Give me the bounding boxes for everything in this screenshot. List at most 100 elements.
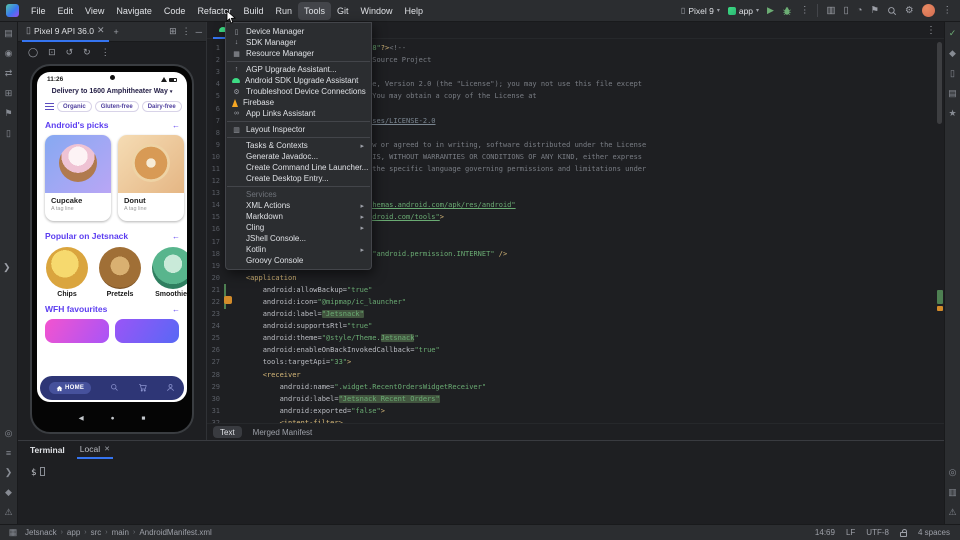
arrow-icon[interactable]: ← — [172, 121, 180, 130]
device-tab[interactable]: ▯ Pixel 9 API 36.0 ✕ — [22, 22, 109, 42]
breadcrumb-src[interactable]: src — [91, 528, 102, 537]
filter-chip-gluten-free[interactable]: Gluten-free — [95, 101, 139, 112]
menu-item-jshell-console[interactable]: JShell Console... — [226, 233, 371, 244]
line-number[interactable]: 30 — [207, 395, 223, 403]
menu-code[interactable]: Code — [158, 2, 192, 20]
more-options-icon[interactable]: ⋮ — [943, 5, 953, 16]
wfh-card[interactable] — [115, 319, 179, 343]
line-number[interactable]: 6 — [207, 105, 223, 113]
terminal-panel[interactable]: Terminal Local ✕ $ — [18, 440, 944, 524]
menu-navigate[interactable]: Navigate — [110, 2, 158, 20]
line-number[interactable]: 29 — [207, 383, 223, 391]
filter-chip-dairy-free[interactable]: Dairy-free — [142, 101, 182, 112]
menu-git[interactable]: Git — [331, 2, 355, 20]
layout-inspector-icon[interactable]: ▥ — [826, 5, 835, 16]
user-avatar[interactable] — [922, 4, 935, 17]
workspace-icon[interactable]: ▦ — [5, 527, 21, 538]
encoding[interactable]: UTF-8 — [866, 528, 889, 537]
line-number[interactable]: 26 — [207, 346, 223, 354]
tab-merged-manifest[interactable]: Merged Manifest — [246, 426, 320, 438]
panel-options-icon[interactable]: ⋮ — [182, 26, 191, 37]
add-device-tab-icon[interactable]: + — [114, 27, 119, 37]
recents-button[interactable]: ■ — [142, 415, 146, 422]
menu-item-troubleshoot-device-connections[interactable]: ⚙Troubleshoot Device Connections — [226, 86, 371, 97]
breadcrumb-androidmanifest-xml[interactable]: AndroidManifest.xml — [139, 528, 211, 537]
menu-item-cling[interactable]: Cling▸ — [226, 222, 371, 233]
indent-setting[interactable]: 4 spaces — [918, 528, 950, 537]
run-config-selector[interactable]: app ▾ — [728, 6, 759, 16]
nav-profile-icon[interactable] — [166, 379, 175, 397]
running-devices-icon[interactable]: ▯ — [945, 68, 960, 79]
line-number[interactable]: 25 — [207, 334, 223, 342]
nav-cart-icon[interactable] — [138, 379, 147, 397]
menu-item-resource-manager[interactable]: ▦Resource Manager — [226, 48, 371, 59]
launcher-icon-gutter-badge[interactable] — [224, 296, 232, 304]
menu-item-agp-upgrade-assistant[interactable]: ↑AGP Upgrade Assistant... — [226, 64, 371, 75]
menu-item-groovy-console[interactable]: Groovy Console — [226, 255, 371, 266]
menu-run[interactable]: Run — [269, 2, 298, 20]
ai-assistant-icon[interactable]: ★ — [945, 108, 960, 119]
line-number[interactable]: 15 — [207, 213, 223, 221]
screenshot-icon[interactable]: ⊡ — [48, 47, 56, 58]
home-button[interactable]: ● — [111, 415, 115, 422]
popular-item-pretzels[interactable]: Pretzels — [99, 247, 141, 298]
close-icon[interactable]: ✕ — [97, 25, 105, 36]
popular-item-chips[interactable]: Chips — [46, 247, 88, 298]
device-explorer-icon[interactable]: ▤ — [945, 88, 960, 99]
line-number[interactable]: 31 — [207, 407, 223, 415]
line-number[interactable]: 2 — [207, 56, 223, 64]
line-number[interactable]: 28 — [207, 371, 223, 379]
snack-card-cupcake[interactable]: CupcakeA tag line — [45, 135, 111, 221]
line-number[interactable]: 24 — [207, 322, 223, 330]
snack-card-donut[interactable]: DonutA tag line — [118, 135, 184, 221]
rotate-left-icon[interactable]: ↺ — [66, 47, 74, 58]
line-number[interactable]: 3 — [207, 68, 223, 76]
line-number[interactable]: 19 — [207, 262, 223, 270]
problems-view-icon[interactable]: ⚠ — [945, 507, 960, 518]
menu-help[interactable]: Help — [399, 2, 430, 20]
line-number[interactable]: 4 — [207, 80, 223, 88]
caret-position[interactable]: 14:69 — [815, 528, 835, 537]
line-number[interactable]: 17 — [207, 238, 223, 246]
terminal-icon[interactable]: ❯ — [1, 467, 17, 478]
line-number[interactable]: 14 — [207, 201, 223, 209]
app-quality-insights-icon[interactable]: ◎ — [1, 428, 17, 439]
line-number[interactable]: 10 — [207, 153, 223, 161]
line-number[interactable]: 5 — [207, 92, 223, 100]
menu-item-layout-inspector[interactable]: ▥Layout Inspector — [226, 124, 371, 135]
filter-chip-organic[interactable]: Organic — [57, 101, 92, 112]
back-button[interactable]: ◀ — [79, 414, 84, 422]
line-number[interactable]: 9 — [207, 141, 223, 149]
menu-item-create-desktop-entry[interactable]: Create Desktop Entry... — [226, 173, 371, 184]
more-run-options-icon[interactable]: ⋮ — [800, 5, 810, 16]
terminal-tab-local[interactable]: Local ✕ — [77, 441, 113, 459]
commit-icon[interactable]: ◉ — [1, 48, 17, 59]
line-number[interactable]: 20 — [207, 274, 223, 282]
lock-icon[interactable] — [900, 532, 907, 537]
wfh-card[interactable] — [45, 319, 109, 343]
notifications-icon[interactable]: ⚑ — [870, 5, 879, 16]
menu-item-generate-javadoc[interactable]: Generate Javadoc... — [226, 151, 371, 162]
menu-window[interactable]: Window — [355, 2, 399, 20]
line-number[interactable]: 12 — [207, 177, 223, 185]
profiler-icon[interactable]: ◔ — [857, 5, 863, 16]
menu-item-xml-actions[interactable]: XML Actions▸ — [226, 200, 371, 211]
menu-item-device-manager[interactable]: ▯Device Manager — [226, 26, 371, 37]
menu-item-sdk-manager[interactable]: ↓SDK Manager — [226, 37, 371, 48]
menu-item-tasks-contexts[interactable]: Tasks & Contexts▸ — [226, 140, 371, 151]
line-number[interactable]: 11 — [207, 165, 223, 173]
breadcrumb-main[interactable]: main — [112, 528, 129, 537]
line-number[interactable]: 22 — [207, 298, 223, 306]
popular-item-smoothies[interactable]: Smoothies — [152, 247, 187, 298]
line-number[interactable]: 18 — [207, 250, 223, 258]
settings-gear-icon[interactable]: ⚙ — [905, 5, 914, 16]
arrow-icon[interactable]: ← — [172, 305, 180, 314]
line-number[interactable]: 16 — [207, 225, 223, 233]
nav-home[interactable]: HOME — [49, 382, 91, 394]
expand-stripe-icon[interactable]: ❯ — [3, 262, 11, 273]
version-control-icon[interactable]: ◆ — [1, 487, 17, 498]
line-number[interactable]: 21 — [207, 286, 223, 294]
gradle-icon[interactable]: ◆ — [945, 48, 960, 59]
project-icon[interactable]: ▤ — [1, 28, 17, 39]
menu-item-markdown[interactable]: Markdown▸ — [226, 211, 371, 222]
